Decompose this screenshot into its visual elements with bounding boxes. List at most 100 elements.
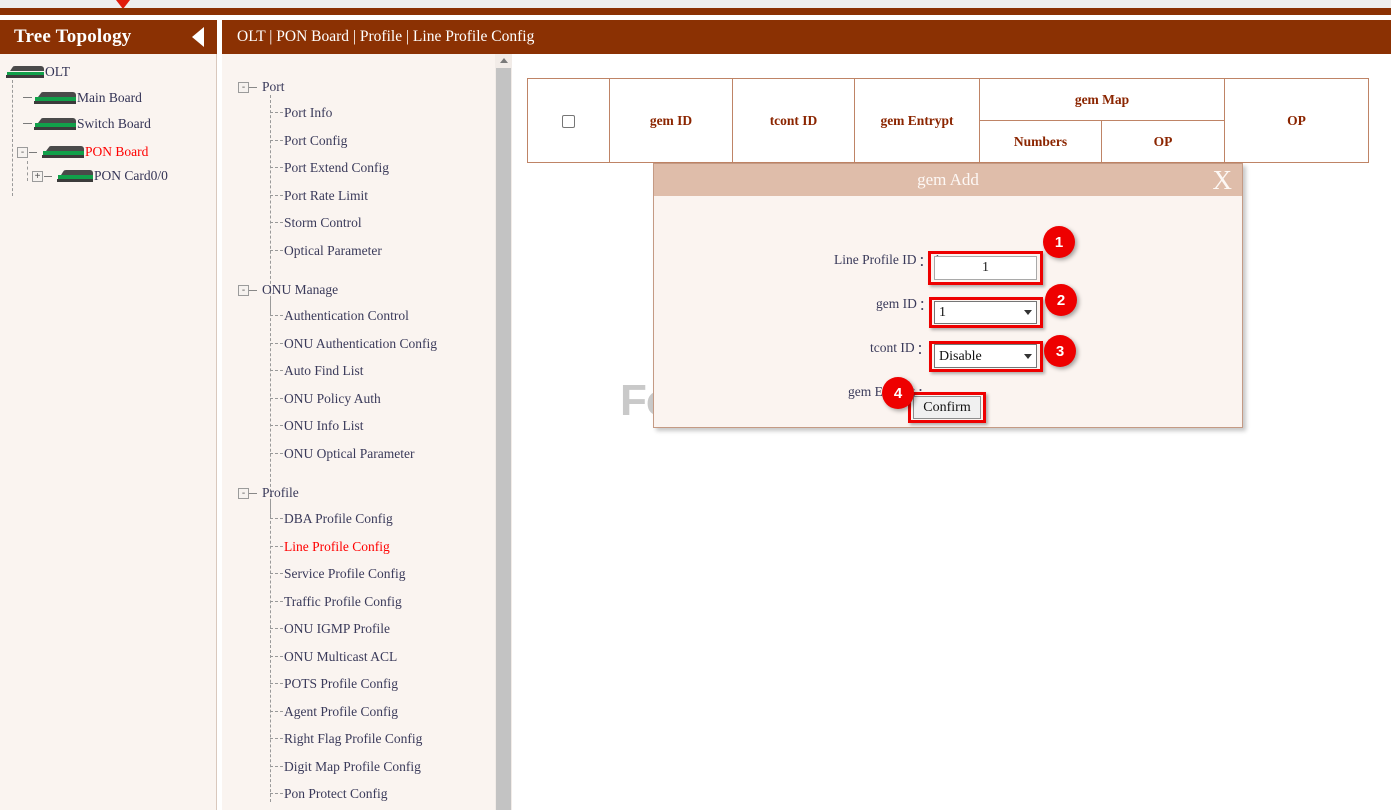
menu-item-port-info[interactable]: Port Info bbox=[284, 105, 332, 121]
menu-item-label: Port Rate Limit bbox=[284, 188, 368, 204]
menu-item-digit-map-profile-config[interactable]: Digit Map Profile Config bbox=[284, 759, 421, 775]
select-all-cell bbox=[528, 79, 610, 163]
menu-scrollbar-thumb[interactable] bbox=[496, 68, 511, 810]
field-row-tcont-id: tcont ID ： bbox=[870, 338, 932, 358]
menu-item-optical-parameter[interactable]: Optical Parameter bbox=[284, 243, 382, 259]
menu-item-onu-info-list[interactable]: ONU Info List bbox=[284, 418, 364, 434]
menu-item-label: Agent Profile Config bbox=[284, 704, 398, 720]
breadcrumb-text: OLT | PON Board | Profile | Line Profile… bbox=[237, 28, 534, 46]
menu-item-label: POTS Profile Config bbox=[284, 676, 398, 692]
tree-node-main-board[interactable]: Main Board bbox=[34, 90, 142, 106]
menu-item-line-profile-config[interactable]: Line Profile Config bbox=[284, 539, 390, 555]
tree-node-pon-board[interactable]: - PON Board bbox=[17, 144, 148, 160]
step-badge-2: 2 bbox=[1045, 284, 1077, 316]
menu-group-profile[interactable]: - Profile bbox=[238, 485, 299, 501]
dialog-title: gem Add bbox=[917, 170, 979, 190]
menu-group-toggle[interactable]: - bbox=[238, 488, 249, 499]
menu-item-label: ONU Info List bbox=[284, 418, 364, 434]
tree-node-switch-board[interactable]: Switch Board bbox=[34, 116, 151, 132]
menu-item-right-flag-profile-config[interactable]: Right Flag Profile Config bbox=[284, 731, 422, 747]
board-icon bbox=[57, 170, 93, 182]
menu-item-label: ONU Authentication Config bbox=[284, 336, 437, 352]
column-header-gem-entrypt: gem Entrypt bbox=[855, 79, 980, 163]
tcont-id-label: tcont ID bbox=[870, 340, 915, 356]
menu-group-port[interactable]: - Port bbox=[238, 79, 285, 95]
tree-node-pon-card[interactable]: + PON Card0/0 bbox=[32, 168, 168, 184]
select-all-checkbox[interactable] bbox=[562, 115, 575, 128]
tree-collapse-toggle[interactable]: - bbox=[17, 147, 28, 158]
menu-item-label: Pon Protect Config bbox=[284, 786, 388, 802]
tree-trunk-line bbox=[27, 161, 28, 181]
menu-item-label: Authentication Control bbox=[284, 308, 409, 324]
highlight-gem-entrypt bbox=[929, 341, 1043, 372]
tree-node-label: PON Card0/0 bbox=[94, 168, 168, 184]
board-icon bbox=[6, 66, 44, 78]
tree-node-label: PON Board bbox=[85, 144, 148, 160]
menu-item-onu-optical-parameter[interactable]: ONU Optical Parameter bbox=[284, 446, 414, 462]
board-icon bbox=[42, 146, 84, 158]
highlight-tcont-id bbox=[929, 297, 1043, 328]
scroll-up-arrow-icon[interactable] bbox=[495, 54, 512, 67]
menu-item-dba-profile-config[interactable]: DBA Profile Config bbox=[284, 511, 393, 527]
top-brown-strip bbox=[0, 8, 1391, 15]
menu-item-auto-find-list[interactable]: Auto Find List bbox=[284, 363, 364, 379]
menu-item-storm-control[interactable]: Storm Control bbox=[284, 215, 362, 231]
menu-item-authentication-control[interactable]: Authentication Control bbox=[284, 308, 409, 324]
tree-node-olt[interactable]: OLT bbox=[6, 64, 70, 80]
menu-item-label: ONU Multicast ACL bbox=[284, 649, 397, 665]
menu-item-port-rate-limit[interactable]: Port Rate Limit bbox=[284, 188, 368, 204]
column-header-gem-map-op: OP bbox=[1102, 121, 1225, 163]
column-header-gem-map-numbers: Numbers bbox=[980, 121, 1102, 163]
menu-item-label: Auto Find List bbox=[284, 363, 364, 379]
tree-branch-line bbox=[23, 123, 32, 124]
menu-group-toggle[interactable]: - bbox=[238, 82, 249, 93]
tree-topology-body: OLT Main Board Switch Board - P bbox=[0, 54, 217, 810]
menu-item-label: Port Config bbox=[284, 133, 347, 149]
caret-left-icon[interactable] bbox=[192, 27, 204, 47]
menu-item-service-profile-config[interactable]: Service Profile Config bbox=[284, 566, 405, 582]
table-header-row-1: gem ID tcont ID gem Entrypt gem Map OP bbox=[528, 79, 1369, 121]
menu-item-onu-authentication-config[interactable]: ONU Authentication Config bbox=[284, 336, 437, 352]
field-row-gem-id: gem ID ： bbox=[876, 294, 934, 314]
tree-branch-line bbox=[23, 97, 32, 98]
highlight-gem-id bbox=[928, 251, 1043, 285]
menu-group-label: ONU Manage bbox=[262, 282, 338, 298]
tree-expand-toggle[interactable]: + bbox=[32, 171, 43, 182]
menu-scrollbar-track[interactable] bbox=[495, 54, 512, 810]
menu-item-traffic-profile-config[interactable]: Traffic Profile Config bbox=[284, 594, 402, 610]
gem-id-label: gem ID bbox=[876, 296, 917, 312]
menu-item-label: Optical Parameter bbox=[284, 243, 382, 259]
tree-topology-header: Tree Topology bbox=[0, 20, 217, 54]
menu-item-pon-protect-config[interactable]: Pon Protect Config bbox=[284, 786, 388, 802]
menu-item-port-config[interactable]: Port Config bbox=[284, 133, 347, 149]
board-icon bbox=[34, 92, 76, 104]
step-badge-4: 4 bbox=[882, 377, 914, 409]
tree-trunk-line bbox=[12, 80, 13, 196]
menu-item-label: Port Info bbox=[284, 105, 332, 121]
close-icon[interactable]: X bbox=[1213, 164, 1233, 196]
menu-item-label: Traffic Profile Config bbox=[284, 594, 402, 610]
tree-topology-panel: Tree Topology OLT Main Board Switch B bbox=[0, 20, 217, 810]
menu-item-pots-profile-config[interactable]: POTS Profile Config bbox=[284, 676, 398, 692]
menu-item-label: Right Flag Profile Config bbox=[284, 731, 422, 747]
tree-node-label: Main Board bbox=[77, 90, 142, 106]
menu-item-onu-igmp-profile[interactable]: ONU IGMP Profile bbox=[284, 621, 390, 637]
column-header-tcont-id: tcont ID bbox=[733, 79, 855, 163]
menu-item-port-extend-config[interactable]: Port Extend Config bbox=[284, 160, 389, 176]
step-badge-1: 1 bbox=[1043, 226, 1075, 258]
breadcrumb: OLT | PON Board | Profile | Line Profile… bbox=[222, 20, 1391, 54]
menu-group-label: Profile bbox=[262, 485, 299, 501]
menu-item-agent-profile-config[interactable]: Agent Profile Config bbox=[284, 704, 398, 720]
menu-group-onu-manage[interactable]: - ONU Manage bbox=[238, 282, 338, 298]
top-light-strip bbox=[0, 0, 1391, 8]
menu-group-toggle[interactable]: - bbox=[238, 285, 249, 296]
navigation-menu-panel: - Port Port Info Port Config Port Extend… bbox=[222, 54, 512, 810]
field-row-line-profile-id: Line Profile ID ： 1 bbox=[834, 250, 941, 270]
tree-topology-title: Tree Topology bbox=[14, 26, 132, 48]
menu-item-label: Port Extend Config bbox=[284, 160, 389, 176]
tree-node-label: Switch Board bbox=[77, 116, 151, 132]
menu-item-onu-policy-auth[interactable]: ONU Policy Auth bbox=[284, 391, 381, 407]
column-header-gem-map: gem Map bbox=[980, 79, 1225, 121]
menu-item-onu-multicast-acl[interactable]: ONU Multicast ACL bbox=[284, 649, 397, 665]
menu-item-label: Storm Control bbox=[284, 215, 362, 231]
